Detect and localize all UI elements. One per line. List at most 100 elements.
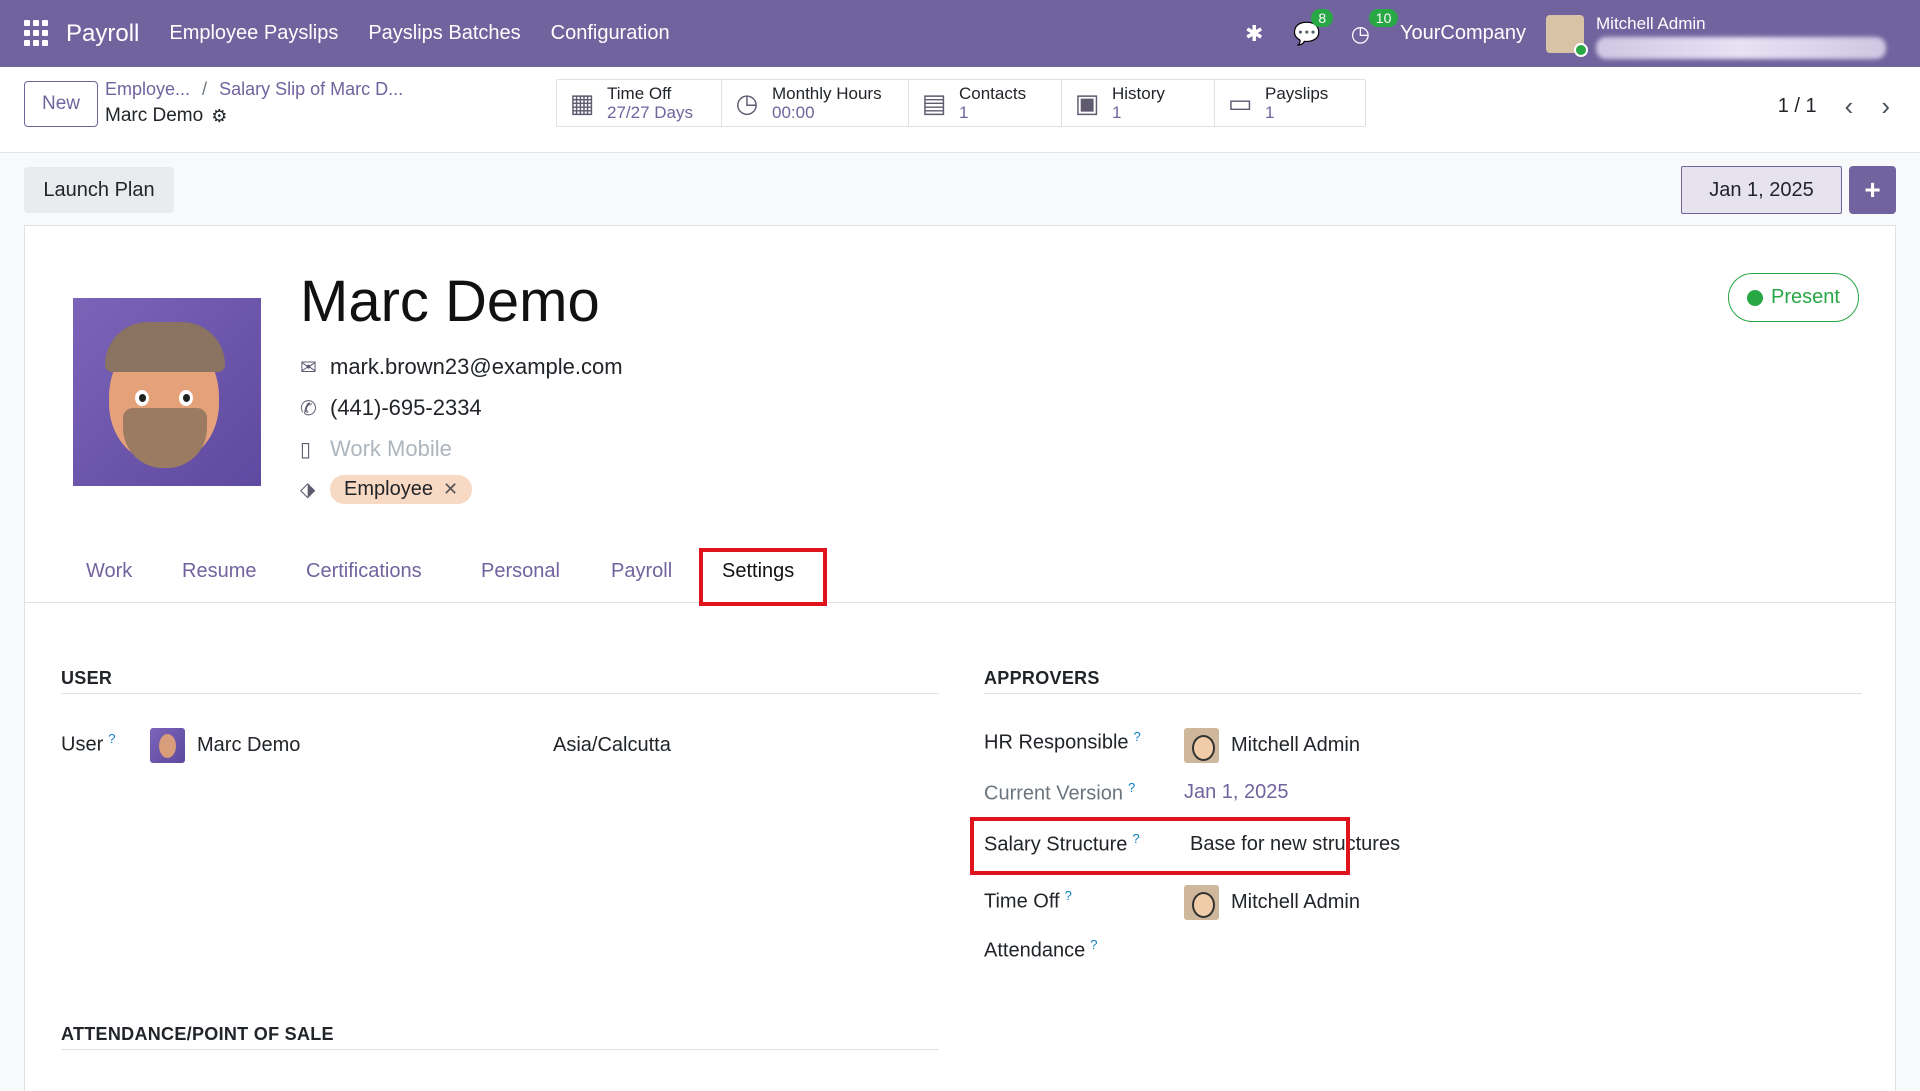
time-off-avatar-small	[1184, 885, 1219, 920]
attendance-pos-section-title: ATTENDANCE/POINT OF SALE	[61, 1024, 334, 1044]
tab-payroll[interactable]: Payroll	[611, 560, 672, 583]
current-record: Marc Demo ⚙	[105, 105, 227, 127]
phone-field[interactable]: (441)-695-2334	[330, 395, 482, 421]
smart-button-title: History	[1112, 84, 1165, 103]
section-divider	[61, 1049, 939, 1050]
version-date-button[interactable]: Jan 1, 2025	[1681, 166, 1842, 214]
add-version-button[interactable]: +	[1849, 166, 1896, 214]
current-record-name: Marc Demo	[105, 105, 204, 126]
chevron-left-icon[interactable]: ‹	[1845, 91, 1854, 122]
help-icon[interactable]: ?	[1134, 729, 1141, 744]
user-name: Mitchell Admin	[1596, 13, 1706, 33]
tab-work[interactable]: Work	[86, 560, 132, 583]
smart-button-time-off[interactable]: ▦ Time Off 27/27 Days	[557, 80, 722, 126]
user-value: Marc Demo	[197, 734, 301, 756]
employee-tag[interactable]: Employee ✕	[330, 475, 473, 504]
section-divider	[984, 693, 1862, 694]
email-field[interactable]: mark.brown23@example.com	[330, 354, 623, 380]
user-avatar-small	[150, 728, 185, 763]
user-history-icon: ▣	[1074, 87, 1100, 118]
navbar-systray: ✱ 💬 8 ◷ 10 YourCompany Mitchell Admin	[1245, 0, 1896, 67]
help-icon[interactable]: ?	[108, 731, 115, 746]
avatar-eye	[179, 390, 193, 406]
time-off-value: Mitchell Admin	[1231, 891, 1360, 913]
app-name[interactable]: Payroll	[66, 20, 139, 48]
settings-tab-highlight	[699, 548, 827, 606]
time-off-label-text: Time Off	[984, 890, 1060, 913]
hr-avatar-small	[1184, 728, 1219, 763]
breadcrumb-separator: /	[202, 79, 208, 99]
smart-button-value: 27/27 Days	[607, 103, 693, 122]
salary-structure-highlight	[970, 817, 1350, 875]
breadcrumb-salary-slip[interactable]: Salary Slip of Marc D...	[219, 79, 403, 99]
smart-button-payslips[interactable]: ▭ Payslips 1	[1215, 80, 1365, 126]
current-version-label: Current Version?	[984, 780, 1135, 806]
blurred-user-info	[1596, 36, 1886, 59]
employee-name[interactable]: Marc Demo	[300, 268, 600, 335]
help-icon[interactable]: ?	[1090, 937, 1097, 952]
tags-row: ⬗ Employee ✕	[300, 475, 473, 504]
mobile-row: ▯ Work Mobile	[300, 436, 452, 462]
tab-resume[interactable]: Resume	[182, 560, 256, 583]
time-off-field[interactable]: Mitchell Admin	[1184, 885, 1360, 920]
help-icon[interactable]: ?	[1065, 888, 1072, 903]
tab-personal[interactable]: Personal	[481, 560, 560, 583]
avatar-eye	[135, 390, 149, 406]
timezone-field[interactable]: Asia/Calcutta	[553, 734, 671, 757]
attendance-label: Attendance?	[984, 937, 1097, 963]
gear-icon[interactable]: ⚙	[211, 106, 227, 127]
activities-clock-icon[interactable]: ◷ 10	[1351, 8, 1399, 47]
smart-button-contacts[interactable]: ▤ Contacts 1	[909, 80, 1062, 126]
company-switcher[interactable]: YourCompany	[1400, 22, 1526, 45]
envelope-icon: ✉	[300, 356, 317, 379]
breadcrumb-employees[interactable]: Employe...	[105, 79, 190, 99]
hr-responsible-field[interactable]: Mitchell Admin	[1184, 728, 1360, 763]
apps-grid-icon[interactable]	[24, 19, 52, 48]
smart-button-title: Contacts	[959, 84, 1027, 103]
attendance-label-text: Attendance	[984, 939, 1086, 962]
smart-button-monthly-hours[interactable]: ◷ Monthly Hours 00:00	[722, 80, 909, 126]
tab-certifications[interactable]: Certifications	[306, 560, 422, 583]
user-label-text: User	[61, 733, 104, 756]
smart-button-history[interactable]: ▣ History 1	[1062, 80, 1215, 126]
smart-button-value: 1	[1265, 103, 1275, 122]
main-menu: Employee Payslips Payslips Batches Confi…	[169, 22, 699, 45]
work-mobile-field[interactable]: Work Mobile	[330, 436, 452, 462]
launch-plan-button[interactable]: Launch Plan	[24, 167, 174, 213]
new-button[interactable]: New	[24, 81, 98, 127]
email-row: ✉ mark.brown23@example.com	[300, 354, 623, 380]
clock-icon: ◷	[735, 87, 759, 118]
help-icon[interactable]: ?	[1128, 780, 1135, 795]
smart-button-title: Time Off	[607, 84, 672, 103]
user-avatar[interactable]	[1546, 14, 1588, 57]
pager-value[interactable]: 1 / 1	[1778, 95, 1817, 118]
user-menu[interactable]: Mitchell Admin	[1596, 9, 1896, 59]
smart-button-value: 1	[1112, 103, 1122, 122]
current-version-field[interactable]: Jan 1, 2025	[1184, 781, 1289, 804]
menu-payslips-batches[interactable]: Payslips Batches	[368, 22, 520, 45]
phone-row: ✆ (441)-695-2334	[300, 395, 482, 421]
messages-icon[interactable]: 💬 8	[1293, 8, 1334, 47]
mobile-icon: ▯	[300, 438, 312, 461]
debug-bug-icon[interactable]: ✱	[1245, 21, 1263, 47]
presence-status-badge: Present	[1728, 273, 1859, 322]
online-status-dot	[1574, 42, 1588, 57]
remove-tag-icon[interactable]: ✕	[443, 479, 458, 500]
menu-configuration[interactable]: Configuration	[551, 22, 670, 45]
phone-icon: ✆	[300, 397, 317, 420]
breadcrumb: Employe... / Salary Slip of Marc D...	[105, 79, 403, 100]
tag-label: Employee	[344, 478, 433, 500]
notebook-tabs: Work Resume Certifications Personal Payr…	[25, 550, 1895, 603]
menu-employee-payslips[interactable]: Employee Payslips	[169, 22, 338, 45]
chevron-right-icon[interactable]: ›	[1881, 91, 1890, 122]
id-card-icon: ▤	[921, 87, 947, 118]
user-field[interactable]: Marc Demo	[150, 728, 300, 763]
presence-dot-icon	[1747, 289, 1764, 306]
avatar-beard	[123, 408, 207, 468]
section-divider	[61, 693, 939, 694]
calendar-icon: ▦	[569, 87, 595, 118]
smart-button-title: Monthly Hours	[772, 84, 882, 103]
employee-avatar[interactable]	[73, 298, 261, 486]
hr-responsible-label: HR Responsible?	[984, 729, 1141, 755]
avatar-hair	[105, 322, 225, 372]
